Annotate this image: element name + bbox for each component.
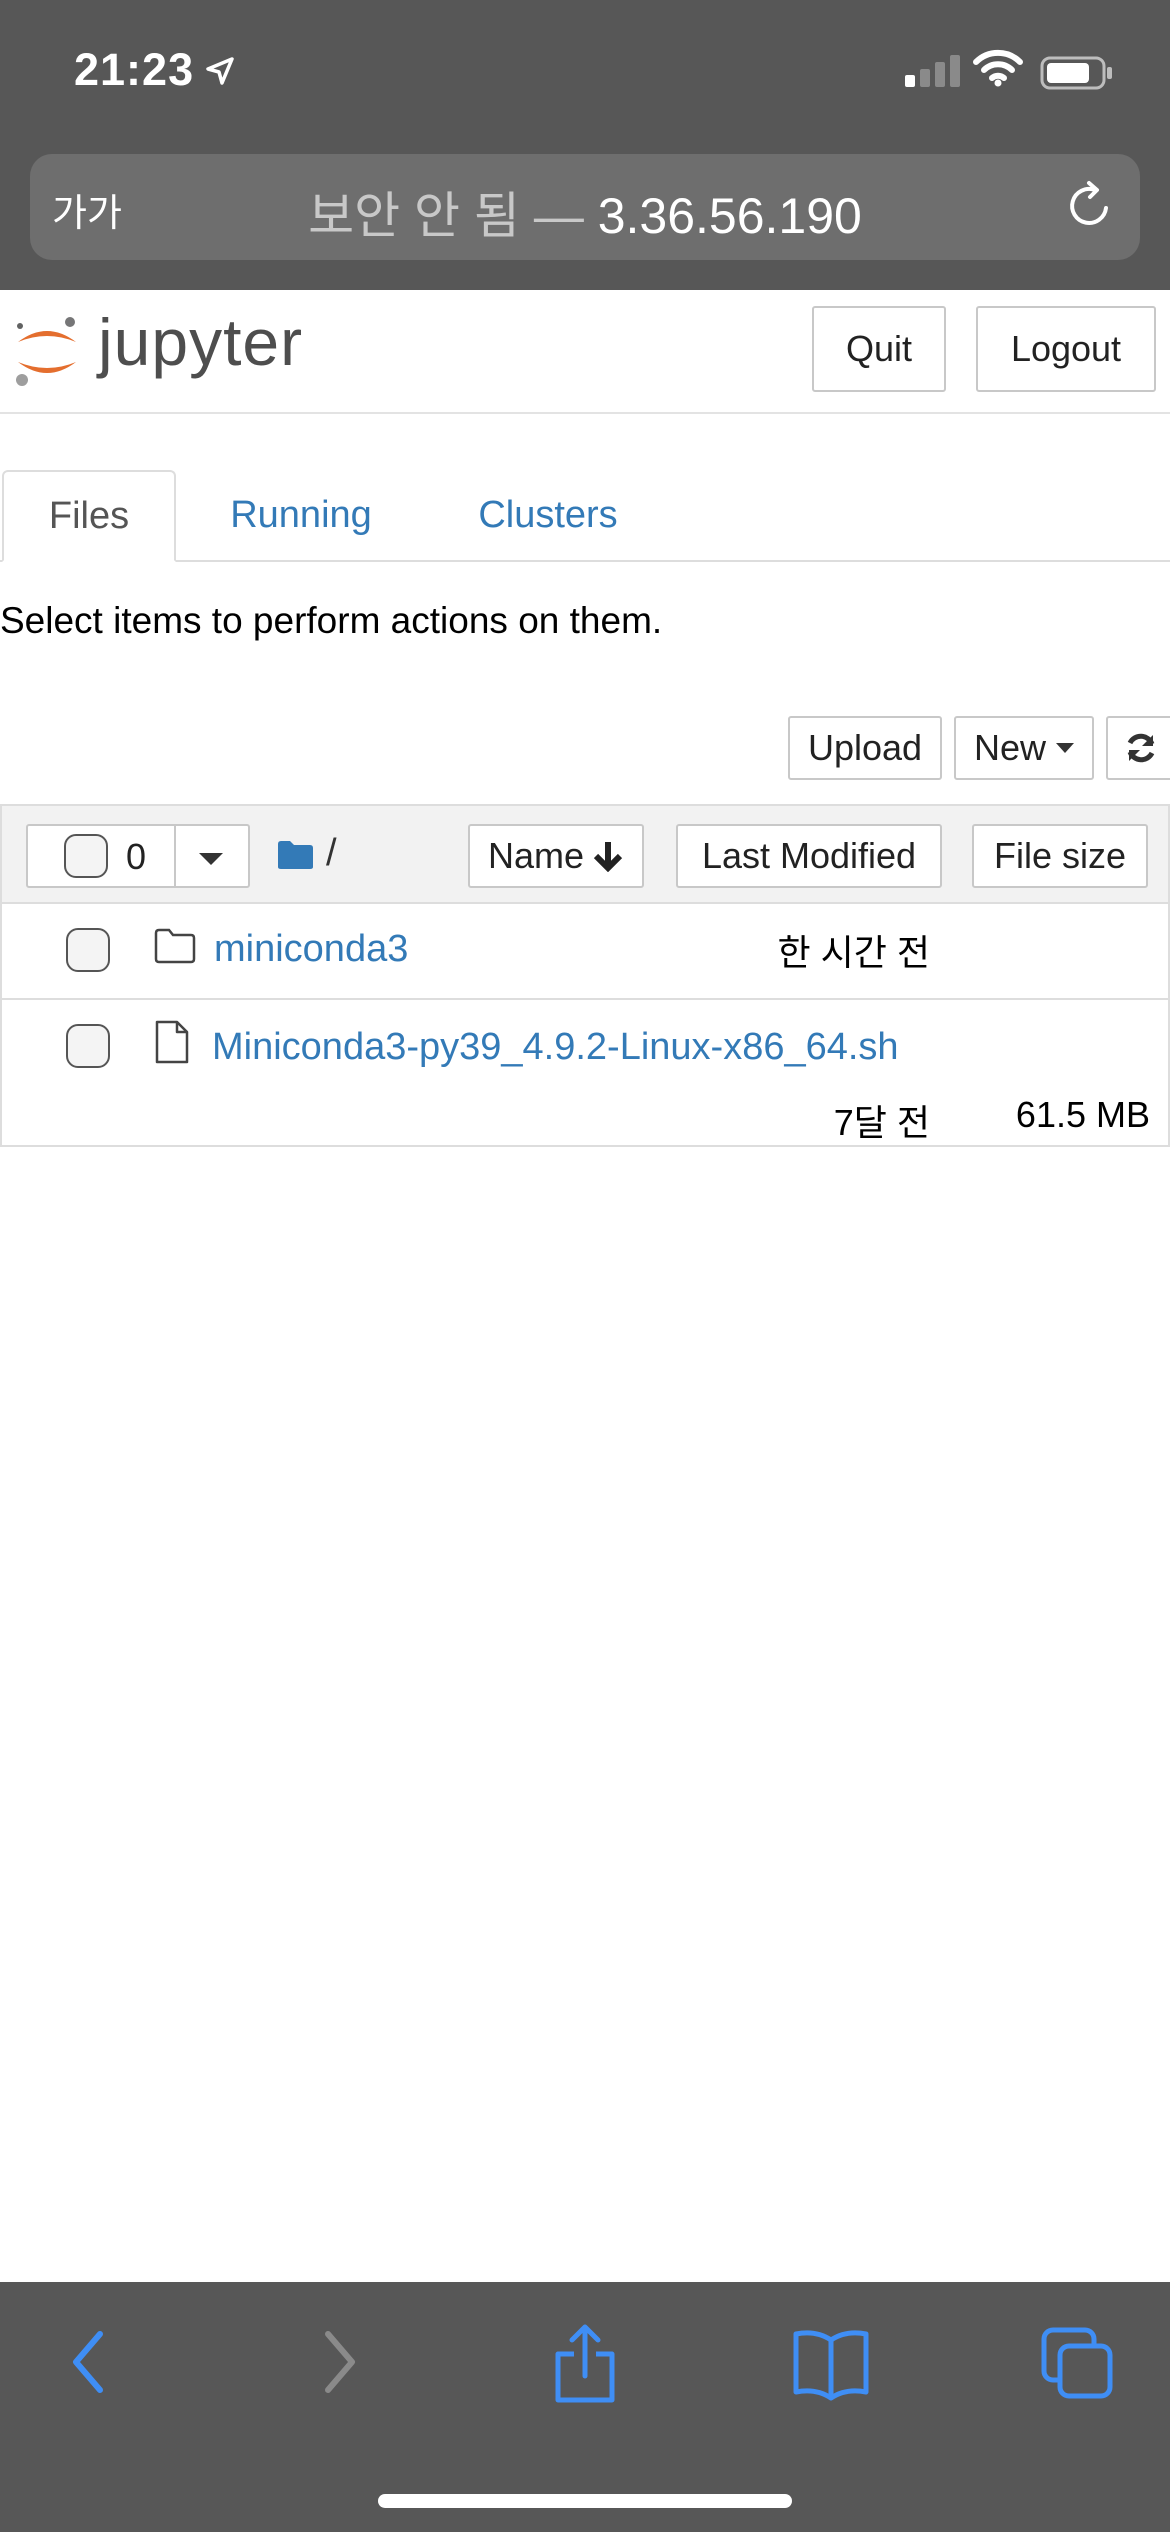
file-list-header: 0 / Name Last Modified File size bbox=[2, 806, 1168, 904]
upload-button[interactable]: Upload bbox=[788, 716, 942, 780]
new-button[interactable]: New bbox=[954, 716, 1094, 780]
tab-running[interactable]: Running bbox=[206, 470, 396, 560]
item-modified: 7달 전 bbox=[833, 1102, 930, 1143]
bookmarks-icon[interactable] bbox=[792, 2322, 870, 2402]
safari-bottom-toolbar bbox=[0, 2282, 1170, 2532]
jupyter-logo-icon[interactable] bbox=[12, 312, 82, 392]
url-display[interactable]: 보안 안 됨 — 3.36.56.190 bbox=[30, 176, 1140, 248]
list-item[interactable]: miniconda3 한 시간 전 bbox=[2, 902, 1168, 1000]
chevron-down-icon[interactable] bbox=[198, 852, 224, 866]
chevron-down-icon bbox=[1056, 743, 1075, 753]
sort-by-modified-button[interactable]: Last Modified bbox=[676, 824, 942, 888]
sort-by-size-button[interactable]: File size bbox=[972, 824, 1148, 888]
url-host: 3.36.56.190 bbox=[597, 188, 862, 244]
forward-icon[interactable] bbox=[312, 2322, 366, 2402]
tab-files[interactable]: Files bbox=[2, 470, 176, 562]
selection-hint: Select items to perform actions on them. bbox=[0, 600, 663, 641]
refresh-icon bbox=[1127, 733, 1155, 763]
logout-button[interactable]: Logout bbox=[976, 306, 1156, 392]
file-icon bbox=[155, 1020, 189, 1064]
address-bar[interactable]: 가가 보안 안 됨 — 3.36.56.190 bbox=[30, 154, 1140, 260]
file-list: 0 / Name Last Modified File size minicon… bbox=[0, 804, 1170, 1147]
item-checkbox[interactable] bbox=[66, 928, 110, 972]
jupyter-logo-text[interactable]: jupyter bbox=[98, 304, 303, 380]
status-time: 21:23 bbox=[74, 44, 195, 95]
item-size: 61.5 MB bbox=[1015, 1094, 1150, 1135]
select-all-checkbox[interactable] bbox=[64, 834, 108, 878]
current-path[interactable]: / bbox=[326, 832, 337, 875]
arrow-down-icon bbox=[593, 842, 623, 872]
insecure-label: 보안 안 됨 bbox=[308, 188, 520, 244]
tab-clusters[interactable]: Clusters bbox=[450, 470, 646, 560]
folder-icon bbox=[154, 928, 196, 964]
refresh-button[interactable] bbox=[1106, 716, 1170, 780]
quit-button[interactable]: Quit bbox=[812, 306, 946, 392]
item-name-link[interactable]: miniconda3 bbox=[214, 928, 408, 971]
item-name-link[interactable]: Miniconda3-py39_4.9.2-Linux-x86_64.sh bbox=[212, 1026, 899, 1069]
wifi-icon bbox=[973, 49, 1023, 87]
back-icon[interactable] bbox=[62, 2322, 116, 2402]
reload-icon[interactable] bbox=[1062, 178, 1118, 234]
divider bbox=[174, 826, 176, 886]
tab-bar: Files Running Clusters bbox=[0, 470, 1170, 562]
new-button-label: New bbox=[973, 727, 1047, 768]
url-separator: — bbox=[519, 188, 598, 244]
browser-top-bar: 21:23 가가 보안 안 됨 — 3.36.56.190 bbox=[0, 0, 1170, 290]
item-checkbox[interactable] bbox=[66, 1024, 110, 1068]
location-arrow-icon bbox=[206, 57, 234, 85]
battery-icon bbox=[1040, 56, 1112, 90]
tabs-icon[interactable] bbox=[1040, 2322, 1116, 2402]
item-modified: 한 시간 전 bbox=[777, 932, 930, 973]
sort-by-name-button[interactable]: Name bbox=[468, 824, 644, 888]
home-indicator bbox=[378, 2494, 792, 2508]
cell-signal-icon bbox=[905, 55, 960, 87]
jupyter-header: jupyter Quit Logout bbox=[0, 290, 1170, 414]
sort-name-label: Name bbox=[487, 835, 585, 876]
list-item[interactable]: Miniconda3-py39_4.9.2-Linux-x86_64.sh 7달… bbox=[2, 1000, 1168, 1145]
selected-count: 0 bbox=[126, 836, 147, 877]
share-icon[interactable] bbox=[548, 2322, 622, 2406]
select-all-group[interactable]: 0 bbox=[26, 824, 250, 888]
folder-icon[interactable] bbox=[276, 840, 314, 870]
